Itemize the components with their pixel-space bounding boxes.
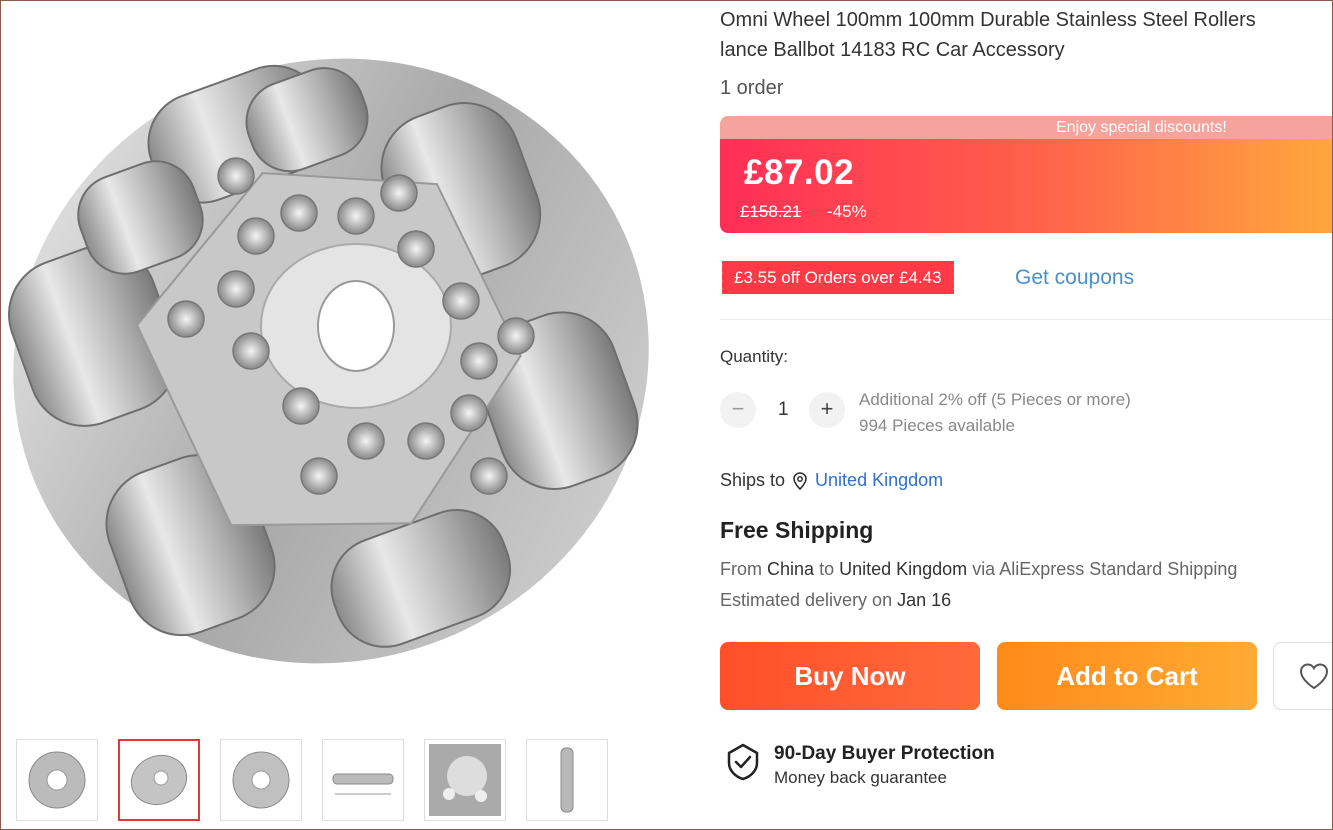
thumbnail-image	[130, 754, 188, 806]
current-price: £87.02	[744, 153, 855, 192]
quantity-increment-button[interactable]: +	[809, 392, 845, 428]
promo-banner: Enjoy special discounts!	[720, 116, 1332, 140]
discount-percent: -45%	[827, 202, 867, 221]
buyer-protection-subtitle: Money back guarantee	[774, 768, 947, 787]
thumbnail-2-selected[interactable]	[118, 739, 200, 821]
shipping-details: From China to United Kingdom via AliExpr…	[720, 554, 1237, 616]
get-coupons-link[interactable]: Get coupons	[1015, 266, 1134, 290]
thumbnail-image	[232, 751, 290, 809]
free-shipping-heading: Free Shipping	[720, 517, 874, 543]
shipping-route: From China to United Kingdom via AliExpr…	[720, 554, 1237, 585]
main-product-image[interactable]	[1, 21, 661, 681]
shipping-method: via AliExpress Standard Shipping	[972, 559, 1238, 579]
buy-now-button[interactable]: Buy Now	[720, 642, 980, 710]
location-pin-icon	[793, 471, 807, 490]
product-info-panel: Omni Wheel 100mm 100mm Durable Stainless…	[720, 1, 1332, 829]
product-page: Omni Wheel 100mm 100mm Durable Stainless…	[0, 0, 1333, 830]
thumbnail-image	[28, 751, 86, 809]
product-title: Omni Wheel 100mm 100mm Durable Stainless…	[720, 5, 1332, 65]
divider	[720, 319, 1332, 320]
bulk-discount-text: Additional 2% off (5 Pieces or more)	[859, 390, 1131, 409]
ships-to-country[interactable]: United Kingdom	[815, 470, 943, 491]
shipping-origin: China	[767, 559, 815, 579]
quantity-info: Additional 2% off (5 Pieces or more) 994…	[859, 387, 1131, 439]
thumbnail-image	[332, 773, 394, 795]
thumbnail-1[interactable]	[16, 739, 98, 821]
add-to-cart-button[interactable]: Add to Cart	[997, 642, 1257, 710]
wishlist-button[interactable]	[1273, 642, 1332, 710]
thumbnail-6[interactable]	[526, 739, 608, 821]
thumbnail-image	[429, 744, 501, 816]
buyer-protection: 90-Day Buyer Protection Money back guara…	[726, 743, 995, 788]
estimated-delivery-label: Estimated delivery on	[720, 590, 893, 610]
heart-icon	[1299, 663, 1329, 690]
buyer-protection-text: 90-Day Buyer Protection Money back guara…	[774, 743, 995, 788]
shipping-from-text: From	[720, 559, 762, 579]
buyer-protection-title: 90-Day Buyer Protection	[774, 743, 995, 764]
thumbnail-4[interactable]	[322, 739, 404, 821]
ships-to: Ships to United Kingdom	[720, 470, 943, 491]
order-count: 1 order	[720, 77, 784, 99]
price-box: £87.02 £158.21 -45%	[720, 139, 1332, 233]
estimated-delivery-date: Jan 16	[897, 590, 952, 610]
thumbnail-strip	[16, 739, 608, 821]
product-title-line-1: Omni Wheel 100mm 100mm Durable Stainless…	[720, 9, 1256, 31]
coupon-badge: £3.55 off Orders over £4.43	[720, 261, 954, 294]
ships-to-label: Ships to	[720, 470, 786, 490]
promo-banner-text: Enjoy special discounts!	[1056, 119, 1227, 136]
original-price: £158.21	[740, 202, 802, 221]
stock-available-text: 994 Pieces available	[859, 416, 1015, 435]
shipping-destination: United Kingdom	[839, 559, 968, 579]
quantity-label: Quantity:	[720, 347, 789, 366]
thumbnail-image	[560, 747, 574, 813]
shipping-to-text: to	[819, 559, 835, 579]
product-title-line-2: lance Ballbot 14183 RC Car Accessory	[720, 39, 1065, 61]
quantity-decrement-button[interactable]: −	[720, 392, 756, 428]
thumbnail-3[interactable]	[220, 739, 302, 821]
thumbnail-5[interactable]	[424, 739, 506, 821]
quantity-value[interactable]: 1	[778, 399, 789, 421]
shield-check-icon	[727, 743, 759, 781]
estimated-delivery: Estimated delivery on Jan 16	[720, 585, 1237, 616]
product-gallery	[1, 1, 701, 829]
